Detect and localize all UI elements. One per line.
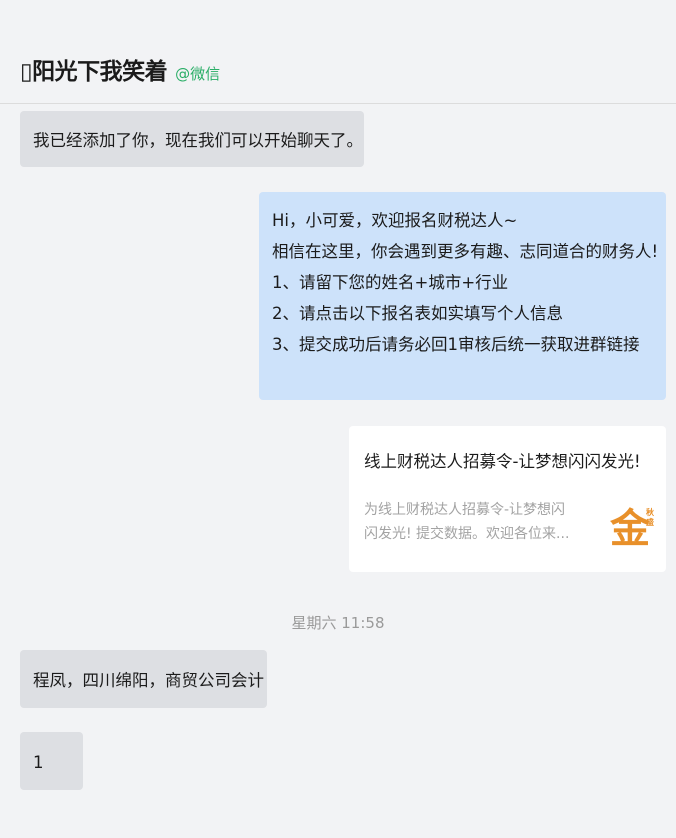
link-card-description: 为线上财税达人招募令-让梦想闪 闪发光! 提交数据。欢迎各位来...	[364, 498, 584, 546]
message-bubble-incoming[interactable]: 1	[20, 732, 83, 790]
link-card-description-line: 闪发光! 提交数据。欢迎各位来...	[364, 526, 570, 542]
message-line: 1、请留下您的姓名+城市+行业	[272, 273, 509, 292]
link-card-thumbnail: 金 秋盛	[610, 506, 654, 554]
message-bubble-outgoing[interactable]: Hi，小可爱，欢迎报名财税达人~ 相信在这里，你会遇到更多有趣、志同道合的财务人…	[259, 192, 666, 400]
link-card-description-line: 为线上财税达人招募令-让梦想闪	[364, 502, 566, 518]
contact-name[interactable]: ▯阳光下我笑着	[20, 52, 168, 86]
message-text: 1	[33, 753, 44, 772]
message-line: Hi，小可爱，欢迎报名财税达人~	[272, 211, 518, 230]
message-line: 3、提交成功后请务必回1审核后统一获取进群链接	[272, 335, 640, 354]
link-card-title: 线上财税达人招募令-让梦想闪闪发光!	[364, 452, 641, 471]
message-bubble-incoming[interactable]: 程凤，四川绵阳，商贸公司会计	[20, 650, 267, 708]
message-text: 程凤，四川绵阳，商贸公司会计	[33, 671, 264, 690]
message-line: 相信在这里，你会遇到更多有趣、志同道合的财务人!	[272, 242, 659, 261]
link-card[interactable]: 线上财税达人招募令-让梦想闪闪发光! 为线上财税达人招募令-让梦想闪 闪发光! …	[349, 426, 666, 572]
message-bubble-incoming[interactable]: 我已经添加了你，现在我们可以开始聊天了。	[20, 111, 364, 167]
chat-window: ▯阳光下我笑着 @微信 我已经添加了你，现在我们可以开始聊天了。 Hi，小可爱，…	[0, 0, 676, 838]
thumbnail-logo-strip: 秋盛	[646, 508, 654, 527]
contact-source-tag: @微信	[175, 65, 221, 83]
message-timestamp: 星期六 11:58	[291, 614, 385, 632]
thumbnail-logo-char: 金	[610, 506, 650, 552]
message-text: 我已经添加了你，现在我们可以开始聊天了。	[33, 131, 363, 150]
header-title: ▯阳光下我笑着 @微信	[20, 52, 220, 86]
chat-header: ▯阳光下我笑着 @微信	[0, 0, 676, 104]
message-line: 2、请点击以下报名表如实填写个人信息	[272, 304, 563, 323]
